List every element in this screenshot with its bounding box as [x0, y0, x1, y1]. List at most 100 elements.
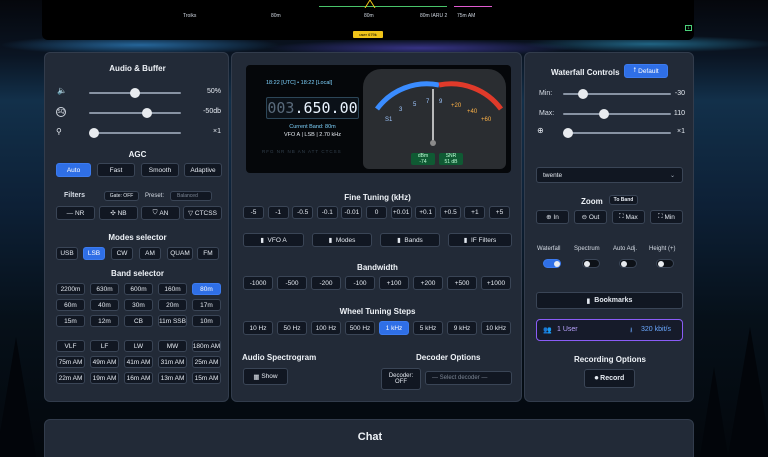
band-am-button[interactable]: 75m AM — [56, 356, 85, 368]
mode-am-button[interactable]: AM — [139, 247, 161, 260]
buffer-slider[interactable] — [89, 128, 181, 138]
max-slider-knob[interactable] — [599, 109, 609, 119]
band-am-button[interactable]: 41m AM — [124, 356, 153, 368]
wheel-step-button[interactable]: 50 Hz — [277, 321, 307, 335]
agc-smooth-button[interactable]: Smooth — [141, 163, 179, 177]
record-button[interactable]: ⏺ Record — [584, 369, 635, 388]
squelch-slider-knob[interactable] — [142, 108, 152, 118]
band-button[interactable]: 15m — [56, 315, 85, 327]
waterfall-default-button[interactable]: ⭡ Default — [624, 64, 668, 78]
bandwidth-button[interactable]: -200 — [311, 276, 341, 290]
fine-tune-button[interactable]: -0.01 — [341, 206, 363, 219]
bandwidth-button[interactable]: +1000 — [481, 276, 511, 290]
wheel-step-button[interactable]: 10 Hz — [243, 321, 273, 335]
bandwidth-button[interactable]: +500 — [447, 276, 477, 290]
zoom-in-button[interactable]: ⊕ In — [536, 210, 569, 224]
bandwidth-button[interactable]: -100 — [345, 276, 375, 290]
band-am-button[interactable]: 25m AM — [192, 356, 221, 368]
waterfall-max-slider[interactable] — [563, 109, 671, 119]
bandwidth-button[interactable]: -1000 — [243, 276, 273, 290]
waterfall-switch[interactable] — [543, 259, 561, 268]
band-am-button[interactable]: VLF — [56, 340, 85, 352]
zoom-max-button[interactable]: ⛶ Max — [612, 210, 645, 224]
wheel-step-button[interactable]: 100 Hz — [311, 321, 341, 335]
spectrogram-show-button[interactable]: ▦ Show — [243, 368, 288, 385]
user-marker[interactable]: user 679k — [353, 31, 383, 38]
wheel-step-button[interactable]: 5 kHz — [413, 321, 443, 335]
band-am-button[interactable]: 15m AM — [192, 372, 221, 384]
band-am-button[interactable]: 180m AM — [192, 340, 221, 352]
zoom-min-button[interactable]: ⛶ Min — [650, 210, 683, 224]
band-button[interactable]: 30m — [124, 299, 153, 311]
wheel-step-button[interactable]: 1 kHz — [379, 321, 409, 335]
nr-button[interactable]: — NR — [56, 206, 95, 220]
fine-tune-button[interactable]: -5 — [243, 206, 264, 219]
bands-toggle-button[interactable]: ▮ Bands — [380, 233, 440, 247]
band-button[interactable]: 60m — [56, 299, 85, 311]
bandwidth-button[interactable]: +200 — [413, 276, 443, 290]
volume-slider-knob[interactable] — [130, 88, 140, 98]
fine-tune-button[interactable]: 0 — [366, 206, 387, 219]
band-am-button[interactable]: MW — [158, 340, 187, 352]
min-slider-knob[interactable] — [578, 89, 588, 99]
fine-tune-button[interactable]: +0.01 — [390, 206, 412, 219]
mode-cw-button[interactable]: CW — [111, 247, 133, 260]
gate-button[interactable]: Gate: OFF — [104, 191, 139, 201]
palette-select[interactable]: twente ⌄ — [536, 167, 683, 183]
band-am-button[interactable]: 16m AM — [124, 372, 153, 384]
modes-toggle-button[interactable]: ▮ Modes — [312, 233, 372, 247]
an-button[interactable]: ⛉ AN — [141, 206, 180, 220]
waterfall-min-slider[interactable] — [563, 89, 671, 99]
to-band-button[interactable]: To Band — [609, 195, 638, 205]
band-am-button[interactable]: LW — [124, 340, 153, 352]
wheel-step-button[interactable]: 500 Hz — [345, 321, 375, 335]
band-strip[interactable]: Troiks 80m 80m 80m IARU 2 75m AM user 67… — [42, 0, 694, 40]
ctcss-button[interactable]: ▽ CTCSS — [183, 206, 222, 220]
zoom-out-button[interactable]: ⊖ Out — [574, 210, 607, 224]
band-button[interactable]: 600m — [124, 283, 153, 295]
fine-tune-button[interactable]: +5 — [489, 206, 510, 219]
mode-quam-button[interactable]: QUAM — [167, 247, 193, 260]
band-am-button[interactable]: LF — [90, 340, 119, 352]
vfo-toggle-button[interactable]: ▮ VFO A — [243, 233, 304, 247]
band-button[interactable]: 40m — [90, 299, 119, 311]
decoder-toggle-button[interactable]: Decoder: OFF — [381, 368, 421, 390]
frequency-display[interactable]: 003.650.00 — [266, 97, 359, 119]
auto-adj-switch[interactable] — [619, 259, 637, 268]
band-button[interactable]: 2200m — [56, 283, 85, 295]
nb-button[interactable]: ✣ NB — [99, 206, 138, 220]
fine-tune-button[interactable]: +0.1 — [415, 206, 437, 219]
buffer-slider-knob[interactable] — [89, 128, 99, 138]
agc-adaptive-button[interactable]: Adaptive — [184, 163, 222, 177]
fine-tune-button[interactable]: -0.5 — [292, 206, 314, 219]
band-am-button[interactable]: 19m AM — [90, 372, 119, 384]
band-am-button[interactable]: 31m AM — [158, 356, 187, 368]
band-button[interactable]: 17m — [192, 299, 221, 311]
band-button[interactable]: 11m SSB — [158, 315, 187, 327]
band-button[interactable]: 630m — [90, 283, 119, 295]
wheel-step-button[interactable]: 9 kHz — [447, 321, 477, 335]
bookmarks-button[interactable]: ▮ Bookmarks — [536, 292, 683, 309]
fine-tune-button[interactable]: +0.5 — [439, 206, 461, 219]
if-filters-toggle-button[interactable]: ▮ IF Filters — [448, 233, 512, 247]
band-am-button[interactable]: 22m AM — [56, 372, 85, 384]
preset-select[interactable]: Balanced — [170, 191, 212, 201]
decoder-select[interactable]: — Select decoder — — [425, 371, 512, 385]
fine-tune-button[interactable]: +1 — [464, 206, 486, 219]
squelch-slider[interactable] — [89, 108, 181, 118]
band-am-button[interactable]: 49m AM — [90, 356, 119, 368]
bandwidth-button[interactable]: +100 — [379, 276, 409, 290]
band-button[interactable]: 12m — [90, 315, 119, 327]
fine-tune-button[interactable]: -0.1 — [316, 206, 338, 219]
bandwidth-button[interactable]: -500 — [277, 276, 307, 290]
mode-lsb-button[interactable]: LSB — [83, 247, 105, 260]
band-button[interactable]: 160m — [158, 283, 187, 295]
spectrum-switch[interactable] — [582, 259, 600, 268]
agc-fast-button[interactable]: Fast — [97, 163, 135, 177]
height-switch[interactable] — [656, 259, 674, 268]
wheel-step-button[interactable]: 10 kHz — [481, 321, 511, 335]
zoom-slider-knob[interactable] — [563, 128, 573, 138]
agc-auto-button[interactable]: Auto — [56, 163, 91, 177]
band-button[interactable]: 80m — [192, 283, 221, 295]
band-button[interactable]: 20m — [158, 299, 187, 311]
